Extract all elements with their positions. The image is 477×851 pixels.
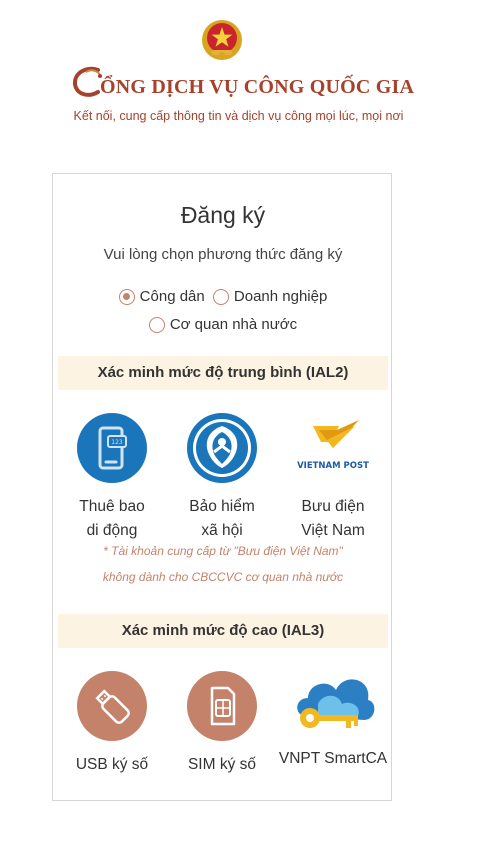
page-title: Đăng ký bbox=[180, 202, 266, 228]
vnpost-note-line1: * Tài khoản cung cấp từ "Bưu điện Việt N… bbox=[103, 544, 343, 558]
radio-citizen[interactable]: Công dân bbox=[118, 288, 205, 305]
option-mobile-label: Thuê bao di động bbox=[79, 498, 145, 539]
radio-state-agency-label: Cơ quan nhà nước bbox=[169, 316, 298, 333]
vnpost-logo-text: VIETNAM POST bbox=[297, 461, 369, 471]
vietnam-post-icon: VIETNAM POST bbox=[297, 420, 369, 471]
option-vnpt-smartca[interactable]: VNPT SmartCA bbox=[277, 664, 389, 771]
radio-citizen-dot[interactable] bbox=[118, 288, 135, 305]
option-usb-token[interactable]: USB ký số bbox=[62, 670, 162, 777]
option-vietnam-post-label: Bưu điện Việt Nam bbox=[301, 498, 365, 539]
option-mobile-subscriber[interactable]: 123 Thuê bao di động bbox=[62, 412, 162, 543]
radio-enterprise-dot[interactable] bbox=[212, 288, 229, 305]
option-sim-label: SIM ký số bbox=[187, 756, 257, 773]
vnpost-note-line2: không dành cho CBCCVC cơ quan nhà nước bbox=[102, 570, 344, 584]
radio-enterprise-label: Doanh nghiệp bbox=[233, 288, 328, 305]
usb-token-icon bbox=[77, 671, 147, 741]
mobile-subscriber-icon: 123 bbox=[77, 413, 147, 483]
account-type-row-1: Công dân Doanh nghiệp bbox=[53, 288, 393, 309]
sim-card-icon bbox=[187, 671, 257, 741]
page-subtitle: Vui lòng chọn phương thức đăng ký bbox=[103, 246, 343, 263]
option-vnpt-smartca-label: VNPT SmartCA bbox=[278, 750, 388, 767]
option-usb-label: USB ký số bbox=[75, 756, 149, 773]
site-tagline: Kết nối, cung cấp thông tin và dịch vụ c… bbox=[73, 109, 404, 123]
radio-enterprise[interactable]: Doanh nghiệp bbox=[212, 288, 328, 305]
account-type-row-2: Cơ quan nhà nước bbox=[53, 316, 393, 337]
national-emblem-icon bbox=[202, 20, 242, 60]
social-insurance-icon bbox=[187, 413, 257, 483]
site-header: ỔNG DỊCH VỤ CÔNG QUỐC GIA Kết nối, cung … bbox=[0, 0, 477, 140]
svg-text:123: 123 bbox=[111, 439, 123, 446]
radio-state-agency-dot[interactable] bbox=[148, 316, 165, 333]
radio-citizen-label: Công dân bbox=[139, 288, 205, 305]
option-social-insurance-label: Bảo hiểm xã hội bbox=[189, 498, 255, 539]
vnpt-smartca-icon bbox=[297, 679, 375, 728]
site-title[interactable]: ỔNG DỊCH VỤ CÔNG QUỐC GIA bbox=[100, 76, 414, 99]
ial2-heading: Xác minh mức độ trung bình (IAL2) bbox=[58, 356, 388, 390]
option-vietnam-post[interactable]: VIETNAM POST Bưu điện Việt Nam bbox=[283, 412, 383, 543]
ial3-heading: Xác minh mức độ cao (IAL3) bbox=[58, 614, 388, 648]
registration-card: Đăng ký Vui lòng chọn phương thức đăng k… bbox=[52, 173, 392, 801]
radio-state-agency[interactable]: Cơ quan nhà nước bbox=[148, 316, 298, 333]
option-sim-token[interactable]: SIM ký số bbox=[172, 670, 272, 777]
option-social-insurance[interactable]: Bảo hiểm xã hội bbox=[172, 412, 272, 543]
